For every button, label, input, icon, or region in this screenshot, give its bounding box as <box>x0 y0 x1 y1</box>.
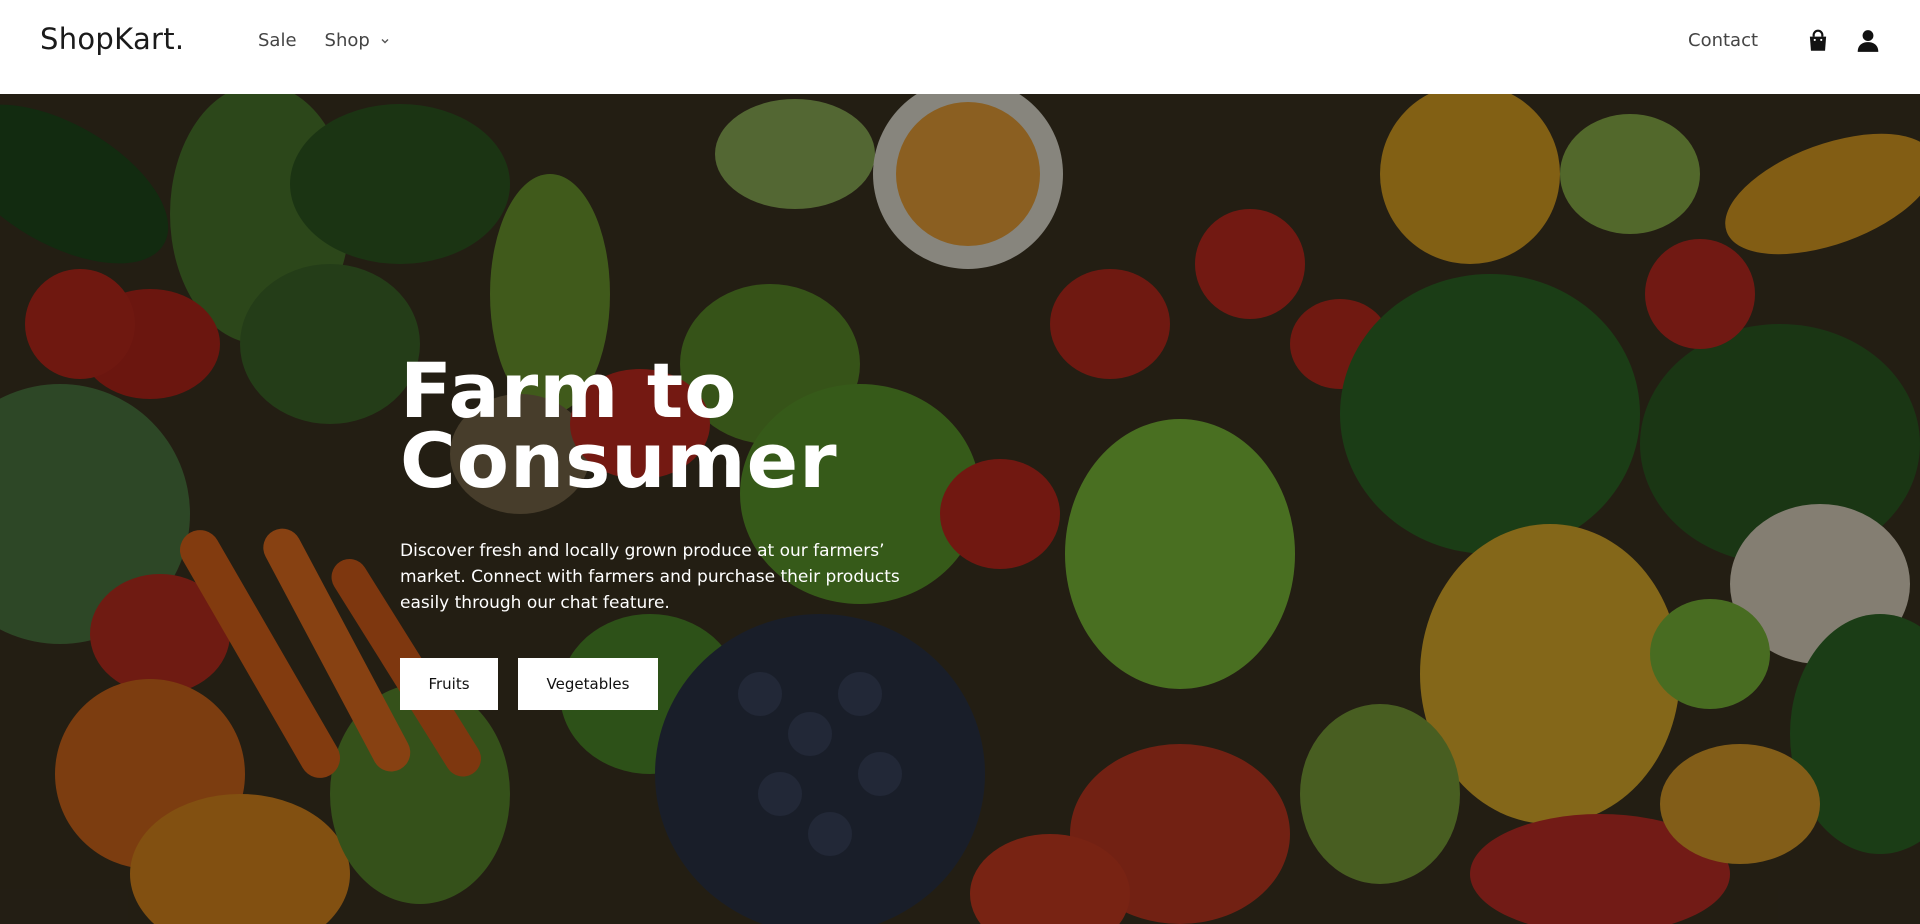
nav-item-label: Shop <box>324 30 370 51</box>
site-header: ShopKart. Sale Shop Contact <box>0 0 1920 94</box>
site-logo[interactable]: ShopKart. <box>40 22 184 56</box>
nav-item-contact[interactable]: Contact <box>1688 30 1758 51</box>
hero-description: Discover fresh and locally grown produce… <box>400 541 900 613</box>
hero-section: Farm to Consumer Discover fresh and loca… <box>0 94 1920 924</box>
chevron-down-icon <box>381 38 389 43</box>
nav-item-label: Sale <box>258 30 297 51</box>
nav-item-shop[interactable]: Shop <box>325 30 390 51</box>
vegetables-button[interactable]: Vegetables <box>518 658 658 710</box>
hero-title: Farm to Consumer <box>400 346 838 505</box>
hero-overlay <box>0 94 1920 924</box>
nav-item-sale[interactable]: Sale <box>258 30 297 51</box>
shopping-bag-icon[interactable] <box>1805 28 1831 54</box>
main-nav: Sale Shop <box>258 30 390 51</box>
fruits-button[interactable]: Fruits <box>400 658 498 710</box>
user-icon[interactable] <box>1855 28 1881 54</box>
